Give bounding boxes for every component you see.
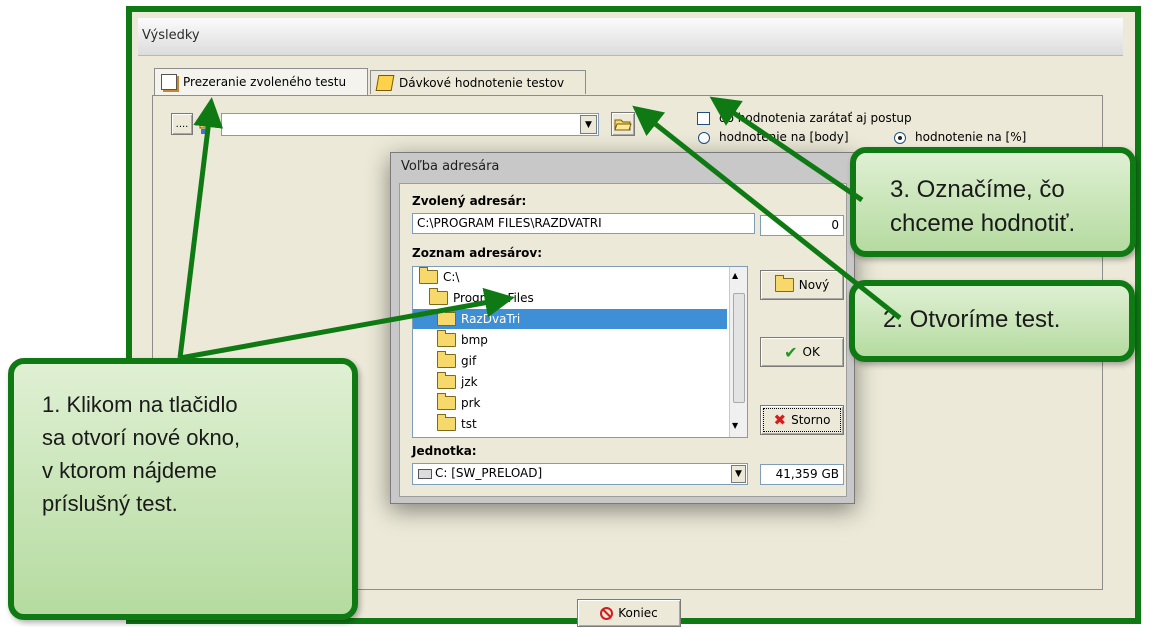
- tab-view-test[interactable]: Prezeranie zvoleného testu: [154, 68, 368, 95]
- arrow-step-1-to-folder: [179, 287, 515, 361]
- arrow-step-3-to-options: [709, 96, 864, 203]
- arrow-step-2-to-open: [632, 105, 902, 320]
- tab-view-test-label: Prezeranie zvoleného testu: [183, 75, 347, 89]
- arrow-step-1-to-browse: [177, 97, 224, 359]
- document-icon: [161, 74, 177, 90]
